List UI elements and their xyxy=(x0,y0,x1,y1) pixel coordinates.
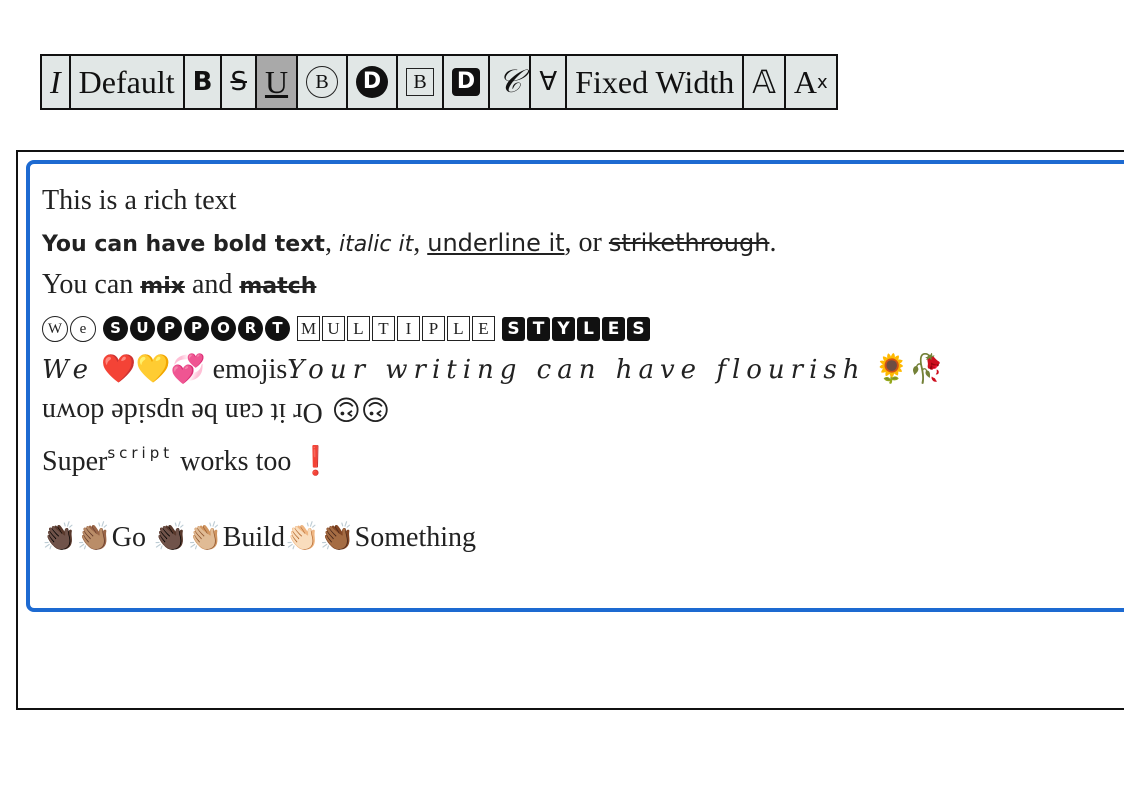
squared-letter-icon: B xyxy=(406,68,435,96)
separator: , xyxy=(324,227,339,258)
strikethrough-button[interactable]: S xyxy=(222,56,257,108)
editor-line-4: We SUPPORT MULTIPLE STYLES xyxy=(42,306,1120,348)
plain-text: and xyxy=(184,269,240,300)
styled-letter: P xyxy=(184,316,209,342)
clap-emoji: 👏🏿👏🏼 xyxy=(152,520,223,553)
styled-letter: P xyxy=(157,316,182,342)
squared-button[interactable]: B xyxy=(398,56,445,108)
upside-down-face-emoji: 🙃🙃 xyxy=(322,394,390,427)
circled-filled-button[interactable]: D xyxy=(348,56,399,108)
separator: , xyxy=(413,227,428,258)
underline-text: underline it xyxy=(427,229,565,257)
superscript-sup-label: x xyxy=(817,71,828,93)
bold-button[interactable]: B xyxy=(184,56,223,108)
superscript-text: script xyxy=(107,444,174,462)
squared-filled-letter-icon: D xyxy=(452,68,481,96)
styled-letter: L xyxy=(347,316,370,342)
plain-text: Super xyxy=(42,446,108,477)
clap-emoji: 👏🏻👏🏾 xyxy=(284,520,355,553)
match-text: match xyxy=(239,274,317,299)
something-text: Something xyxy=(354,522,477,553)
clap-emoji: 👏🏿👏🏽 xyxy=(42,520,112,553)
styled-letter: E xyxy=(602,316,625,341)
emojis-text: emojis xyxy=(205,354,288,385)
plain-text: works too xyxy=(173,446,299,477)
exclamation-emoji: ❗ xyxy=(298,444,334,477)
go-text: Go xyxy=(111,522,153,553)
styled-letter: e xyxy=(70,315,96,342)
separator: . xyxy=(769,227,777,258)
styled-letter: L xyxy=(577,316,600,341)
upside-down-text: Or it can be upside down xyxy=(42,397,323,428)
styled-letter: I xyxy=(397,316,420,342)
styled-letter: P xyxy=(422,316,445,342)
styled-letter: S xyxy=(103,316,128,342)
build-text: Build xyxy=(222,522,285,553)
editor-line-1: This is a rich text xyxy=(42,185,237,216)
italic-button[interactable]: I xyxy=(42,56,71,108)
squared-filled-word: STYLES xyxy=(502,316,650,341)
styled-letter: R xyxy=(238,316,263,342)
separator: , or xyxy=(564,227,609,258)
circled-letter-icon: B xyxy=(306,66,339,98)
styled-letter: Y xyxy=(552,316,575,341)
plain-text: You can xyxy=(42,269,141,300)
default-font-button[interactable]: Default xyxy=(70,56,185,108)
double-struck-button[interactable]: 𝔸 xyxy=(744,56,786,108)
strikethrough-text: strikethrough xyxy=(608,229,770,257)
styled-letter: U xyxy=(322,316,345,342)
rich-text-editor[interactable]: This is a rich text You can have bold te… xyxy=(26,160,1124,612)
superscript-base-label: A xyxy=(793,63,818,100)
styled-letter: T xyxy=(265,316,290,342)
styled-letter: L xyxy=(447,316,470,342)
underline-button[interactable]: U xyxy=(256,56,299,108)
squared-filled-button[interactable]: D xyxy=(444,56,491,108)
styled-letter: W xyxy=(42,315,68,342)
styled-letter: E xyxy=(472,316,495,342)
editor-line-7: Superscript works too ❗ xyxy=(42,432,1120,477)
editor-line-empty xyxy=(42,474,1120,516)
mix-text: mix xyxy=(140,274,185,299)
editor-line-6: Or it can be upside down 🙃🙃 xyxy=(42,390,1120,432)
circled-button[interactable]: B xyxy=(298,56,349,108)
superscript-button[interactable]: Ax xyxy=(785,56,836,108)
styled-letter: S xyxy=(627,316,650,341)
script-text-2: Your writing can have flourish xyxy=(287,355,866,385)
flowers-emoji: 🌻🥀 xyxy=(865,352,945,385)
editor-line-2: You can have bold text, italic it, under… xyxy=(42,222,1120,264)
editor-line-5: We ❤️💛💞 emojisYour writing can have flou… xyxy=(42,348,1120,390)
script-button[interactable]: 𝒞 xyxy=(490,56,532,108)
circled-outline-word: We xyxy=(42,315,96,342)
styled-letter: T xyxy=(372,316,395,342)
editor-line-3: You can mix and match xyxy=(42,264,1120,306)
hearts-emoji: ❤️💛💞 xyxy=(101,352,206,385)
bold-text: You can have bold text xyxy=(42,232,325,257)
squared-outline-word: MULTIPLE xyxy=(297,316,495,342)
upside-down-button[interactable]: ∀ xyxy=(531,56,568,108)
styled-letter: T xyxy=(527,316,550,341)
editor-line-8: 👏🏿👏🏽Go 👏🏿👏🏼Build👏🏻👏🏾Something xyxy=(42,516,1120,558)
styled-letter: M xyxy=(297,316,320,342)
italic-text: italic it xyxy=(338,232,414,257)
circled-filled-letter-icon: D xyxy=(356,66,389,98)
script-text: We xyxy=(42,355,94,385)
circled-filled-word: SUPPORT xyxy=(103,316,290,342)
formatting-toolbar: I Default B S U B D B D 𝒞 ∀ Fixed Width … xyxy=(40,54,838,110)
styled-letter: O xyxy=(211,316,236,342)
fixed-width-button[interactable]: Fixed Width xyxy=(567,56,745,108)
styled-letter: U xyxy=(130,316,155,342)
styled-letter: S xyxy=(502,316,525,341)
